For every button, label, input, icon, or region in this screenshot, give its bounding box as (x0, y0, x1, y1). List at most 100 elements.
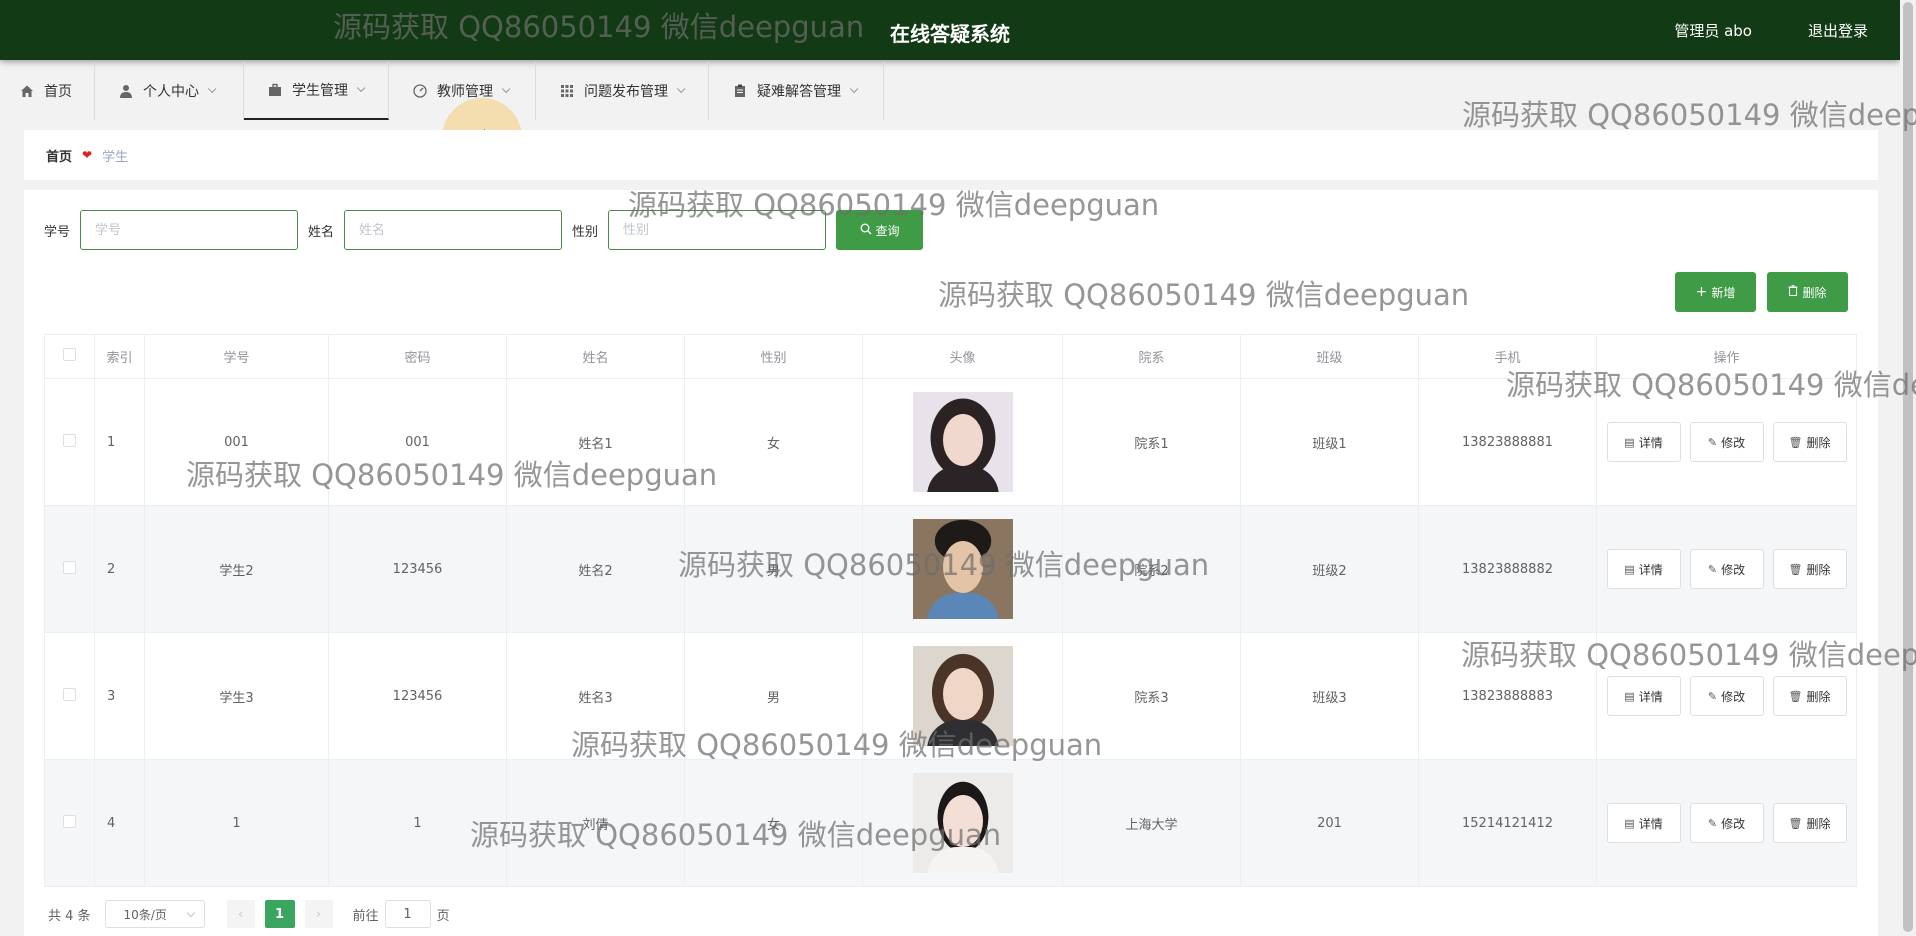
pencil-icon: ✎ (1707, 435, 1718, 449)
row-checkbox[interactable] (63, 560, 76, 574)
chevron-down-icon (501, 84, 511, 94)
edit-button[interactable]: ✎ 修改 (1689, 549, 1764, 589)
row-checkbox[interactable] (63, 687, 76, 701)
detail-button[interactable]: ▤ 详情 (1606, 422, 1681, 462)
total-count: 共 4 条 (48, 908, 91, 924)
column-header: 班级 (1240, 334, 1419, 379)
trash-icon: 🗑 (1788, 689, 1803, 703)
goto-page-input[interactable]: 1 (384, 900, 431, 928)
search-button[interactable]: 查询 (836, 210, 924, 250)
chevron-down-icon (849, 84, 859, 94)
cell-xuehao: 1 (144, 759, 329, 887)
nav-item-home[interactable]: 首页 (0, 62, 95, 120)
cell-class: 201 (1240, 759, 1419, 887)
delete-button[interactable]: 🗑 删除 (1772, 549, 1847, 589)
delete-button[interactable]: 🗑 删除 (1772, 803, 1847, 843)
table-row: 1 001 001 姓名1 女 院系1 班级1 13823888881 ▤ 详情… (44, 378, 1857, 506)
row-select-cell (44, 632, 95, 760)
batch-delete-label: 删除 (1802, 285, 1827, 300)
row-checkbox[interactable] (63, 814, 76, 828)
cell-index: 1 (94, 378, 145, 506)
student-table: 索引 学号 密码 姓名 性别 头像 院系 班级 手机 操作 1 001 001 … (44, 334, 1857, 887)
avatar (912, 773, 1013, 873)
nav-label-home: 首页 (44, 84, 72, 100)
delete-button[interactable]: 🗑 删除 (1772, 422, 1847, 462)
next-page-button[interactable]: › (304, 900, 333, 928)
add-button[interactable]: + 新增 (1675, 272, 1756, 312)
avatar (912, 392, 1013, 492)
nav-item-student-management[interactable]: 学生管理 (244, 62, 389, 120)
edit-button[interactable]: ✎ 修改 (1689, 422, 1764, 462)
breadcrumb-current: 学生 (102, 149, 129, 165)
nav-item-personal-center[interactable]: 个人中心 (95, 62, 244, 120)
search-icon (860, 223, 872, 238)
row-select-cell (44, 759, 95, 887)
home-icon (20, 84, 34, 98)
select-all-cell (44, 334, 95, 379)
chevron-down-icon (186, 908, 195, 918)
page-suffix: 页 (436, 908, 450, 924)
briefcase-icon (268, 83, 282, 97)
edit-label: 修改 (1721, 562, 1746, 577)
nav-item-question-management[interactable]: 问题发布管理 (536, 62, 709, 120)
column-header: 密码 (328, 334, 507, 379)
chevron-right-icon: › (316, 907, 321, 921)
page-number-current[interactable]: 1 (264, 900, 295, 928)
scrollbar-thumb[interactable] (1903, 2, 1913, 932)
page-size-select[interactable]: 10条/页 (104, 900, 205, 928)
nav-label-answer-management: 疑难解答管理 (757, 84, 841, 100)
delete-label: 删除 (1806, 435, 1831, 450)
detail-button[interactable]: ▤ 详情 (1606, 803, 1681, 843)
detail-button[interactable]: ▤ 详情 (1606, 676, 1681, 716)
cell-phone: 15214121412 (1418, 759, 1597, 887)
pencil-icon: ✎ (1707, 816, 1718, 830)
pagination: 共 4 条 10条/页 ‹ 1 › 前往 1 页 (24, 900, 450, 928)
add-button-label: 新增 (1711, 285, 1736, 300)
select-all-checkbox[interactable] (63, 348, 76, 361)
cell-password: 1 (328, 759, 507, 887)
edit-label: 修改 (1721, 816, 1746, 831)
batch-delete-button[interactable]: 删除 (1767, 272, 1848, 312)
cell-dept: 上海大学 (1062, 759, 1241, 887)
xuehao-input[interactable] (80, 210, 299, 250)
cell-class: 班级1 (1240, 378, 1419, 506)
cell-dept: 院系2 (1062, 505, 1241, 633)
edit-label: 修改 (1721, 435, 1746, 450)
column-header: 索引 (94, 334, 145, 379)
delete-label: 删除 (1806, 562, 1831, 577)
avatar (912, 519, 1013, 619)
logout-link[interactable]: 退出登录 (1808, 20, 1868, 41)
nav-label-question-management: 问题发布管理 (584, 84, 668, 100)
trash-icon (1788, 285, 1798, 299)
name-input[interactable] (344, 210, 563, 250)
plus-icon: + (1695, 284, 1708, 300)
cell-xuehao: 001 (144, 378, 329, 506)
gender-label: 性别 (572, 224, 599, 240)
gender-input[interactable] (608, 210, 827, 250)
cell-index: 2 (94, 505, 145, 633)
edit-button[interactable]: ✎ 修改 (1689, 803, 1764, 843)
nav-item-answer-management[interactable]: 疑难解答管理 (709, 62, 884, 120)
vertical-scrollbar[interactable] (1900, 0, 1916, 936)
admin-username: 管理员 abo (1674, 22, 1752, 40)
edit-button[interactable]: ✎ 修改 (1689, 676, 1764, 716)
breadcrumb-home[interactable]: 首页 (46, 146, 72, 165)
cell-gender: 男 (684, 505, 863, 633)
content-panel: 学号 姓名 性别 查询 + 新增 删除 索引 学号 密码 姓名 性别 (24, 190, 1878, 936)
search-form: 学号 姓名 性别 查询 (44, 210, 924, 250)
detail-label: 详情 (1638, 435, 1663, 450)
nav-label-personal-center: 个人中心 (143, 84, 199, 100)
cell-password: 001 (328, 378, 507, 506)
cell-class: 班级2 (1240, 505, 1419, 633)
avatar (912, 646, 1013, 746)
search-button-label: 查询 (875, 223, 900, 238)
pencil-icon: ✎ (1707, 689, 1718, 703)
row-checkbox[interactable] (63, 433, 76, 447)
xuehao-label: 学号 (44, 224, 71, 240)
table-header-row: 索引 学号 密码 姓名 性别 头像 院系 班级 手机 操作 (44, 334, 1857, 379)
delete-button[interactable]: 🗑 删除 (1772, 676, 1847, 716)
detail-button[interactable]: ▤ 详情 (1606, 549, 1681, 589)
cell-xuehao: 学生3 (144, 632, 329, 760)
column-header: 学号 (144, 334, 329, 379)
prev-page-button[interactable]: ‹ (226, 900, 255, 928)
